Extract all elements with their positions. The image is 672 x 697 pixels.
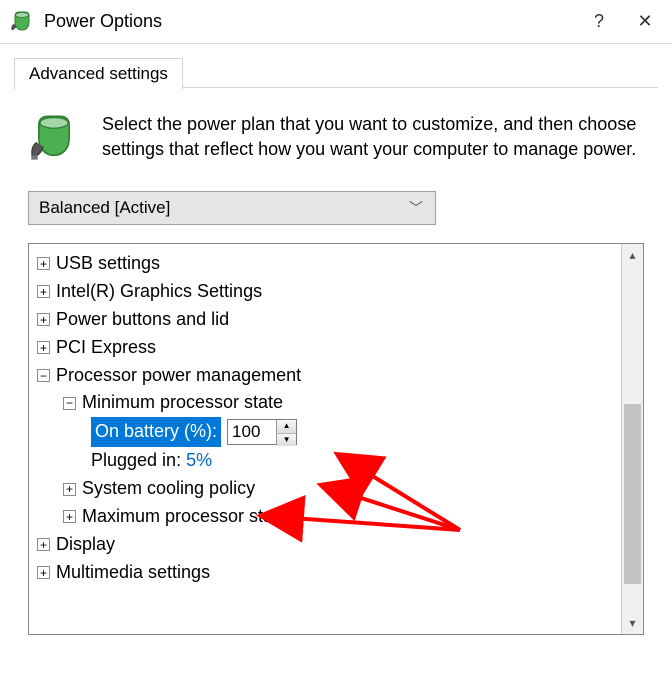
- on-battery-spinner[interactable]: ▲ ▼: [227, 419, 297, 445]
- expand-icon[interactable]: +: [37, 257, 50, 270]
- vertical-scrollbar[interactable]: ▴ ▾: [621, 244, 643, 634]
- settings-tree-container: + USB settings + Intel(R) Graphics Setti…: [28, 243, 644, 635]
- tree-item-processor[interactable]: − Processor power management: [33, 362, 617, 390]
- on-battery-input[interactable]: [228, 420, 276, 444]
- power-plan-icon: [28, 112, 84, 169]
- close-button[interactable]: ✕: [622, 0, 668, 43]
- tab-strip: Advanced settings: [0, 44, 672, 88]
- tree-item-max-processor-state[interactable]: + Maximum processor state: [33, 503, 617, 531]
- spinner-down-button[interactable]: ▼: [277, 434, 296, 446]
- chevron-down-icon: ﹀: [409, 198, 423, 218]
- tree-item-min-processor-state[interactable]: − Minimum processor state: [33, 389, 617, 417]
- tree-item-power-buttons[interactable]: + Power buttons and lid: [33, 306, 617, 334]
- expand-icon[interactable]: +: [37, 538, 50, 551]
- content-area: Select the power plan that you want to c…: [0, 88, 672, 635]
- expand-icon[interactable]: +: [37, 566, 50, 579]
- expand-icon[interactable]: +: [37, 341, 50, 354]
- collapse-icon[interactable]: −: [37, 369, 50, 382]
- plugged-in-value[interactable]: 5%: [186, 447, 212, 475]
- tree-item-on-battery[interactable]: On battery (%): ▲ ▼: [33, 417, 617, 447]
- power-plan-dropdown[interactable]: Balanced [Active] ﹀: [28, 191, 436, 225]
- tree-item-display[interactable]: + Display: [33, 531, 617, 559]
- scroll-up-button[interactable]: ▴: [622, 244, 643, 266]
- spinner-up-button[interactable]: ▲: [277, 420, 296, 433]
- tree-item-multimedia[interactable]: + Multimedia settings: [33, 559, 617, 587]
- tree-item-usb[interactable]: + USB settings: [33, 250, 617, 278]
- scroll-down-button[interactable]: ▾: [622, 612, 643, 634]
- expand-icon[interactable]: +: [63, 483, 76, 496]
- settings-tree[interactable]: + USB settings + Intel(R) Graphics Setti…: [29, 244, 621, 634]
- tab-advanced-settings[interactable]: Advanced settings: [14, 58, 183, 91]
- tree-item-plugged-in[interactable]: Plugged in: 5%: [33, 447, 617, 475]
- expand-icon[interactable]: +: [37, 313, 50, 326]
- on-battery-label: On battery (%):: [91, 417, 221, 447]
- power-plan-value: Balanced [Active]: [39, 198, 170, 218]
- expand-icon[interactable]: +: [63, 510, 76, 523]
- help-button[interactable]: ?: [576, 0, 622, 43]
- expand-icon[interactable]: +: [37, 285, 50, 298]
- tree-item-intel-graphics[interactable]: + Intel(R) Graphics Settings: [33, 278, 617, 306]
- intro-text: Select the power plan that you want to c…: [102, 112, 644, 169]
- window-title: Power Options: [44, 11, 576, 32]
- scroll-thumb[interactable]: [624, 404, 641, 584]
- app-icon: [10, 10, 34, 34]
- collapse-icon[interactable]: −: [63, 397, 76, 410]
- intro-section: Select the power plan that you want to c…: [28, 112, 644, 169]
- title-bar: Power Options ? ✕: [0, 0, 672, 44]
- tree-item-pci-express[interactable]: + PCI Express: [33, 334, 617, 362]
- tree-item-cooling-policy[interactable]: + System cooling policy: [33, 475, 617, 503]
